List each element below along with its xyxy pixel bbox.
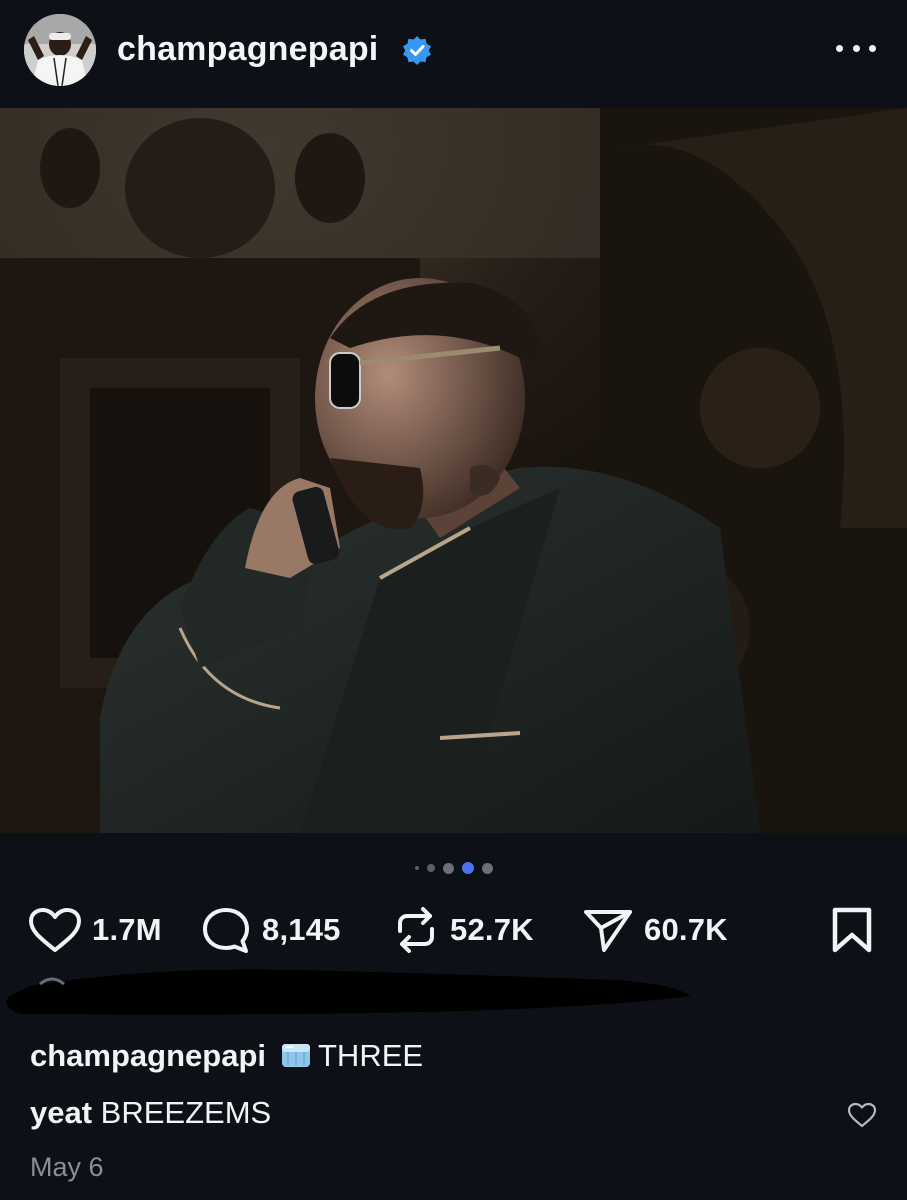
carousel-dot [442, 862, 454, 874]
post-date: May 6 [30, 1152, 104, 1182]
post-screen: champagnepapi 1.7M 8,145 52.7K 60.7K cha… [0, 0, 907, 1200]
carousel-dot-active [461, 862, 474, 874]
post-photo[interactable] [0, 108, 907, 833]
repost-button[interactable]: 52.7K [392, 898, 534, 962]
repost-count: 52.7K [450, 912, 534, 947]
caption-username[interactable]: champagnepapi [30, 1038, 266, 1073]
avatar[interactable] [24, 14, 96, 86]
like-button[interactable]: 1.7M [28, 898, 162, 962]
heart-icon [28, 907, 82, 953]
carousel-dot [414, 866, 419, 870]
redaction-scribble [0, 956, 700, 1026]
action-bar: 1.7M 8,145 52.7K 60.7K [0, 898, 907, 962]
comment-bubble-icon [200, 905, 252, 955]
comment-like-button[interactable] [847, 1102, 877, 1128]
caption-text: THREE [318, 1038, 424, 1073]
heart-icon [847, 1102, 877, 1128]
send-icon [582, 905, 634, 955]
share-button[interactable]: 60.7K [582, 898, 728, 962]
post-header: champagnepapi [0, 0, 907, 106]
like-count: 1.7M [92, 912, 162, 947]
comment-text: BREEZEMS [100, 1095, 272, 1130]
comment-row: yeat BREEZEMS [30, 1095, 271, 1131]
comment-button[interactable]: 8,145 [200, 898, 341, 962]
carousel-dot [481, 862, 493, 874]
carousel-indicator [0, 859, 907, 877]
share-count: 60.7K [644, 912, 728, 947]
bookmark-icon [828, 905, 876, 955]
ice-cube-icon [280, 1041, 312, 1069]
save-button[interactable] [828, 898, 876, 962]
more-horizontal-icon[interactable] [836, 42, 876, 54]
header-username[interactable]: champagnepapi [117, 30, 378, 69]
verified-badge-icon [402, 35, 432, 65]
repost-icon [392, 905, 440, 955]
carousel-dot [426, 864, 435, 872]
comment-count: 8,145 [262, 912, 341, 947]
post-caption: champagnepapi THREE [30, 1038, 423, 1074]
comment-username[interactable]: yeat [30, 1095, 92, 1130]
